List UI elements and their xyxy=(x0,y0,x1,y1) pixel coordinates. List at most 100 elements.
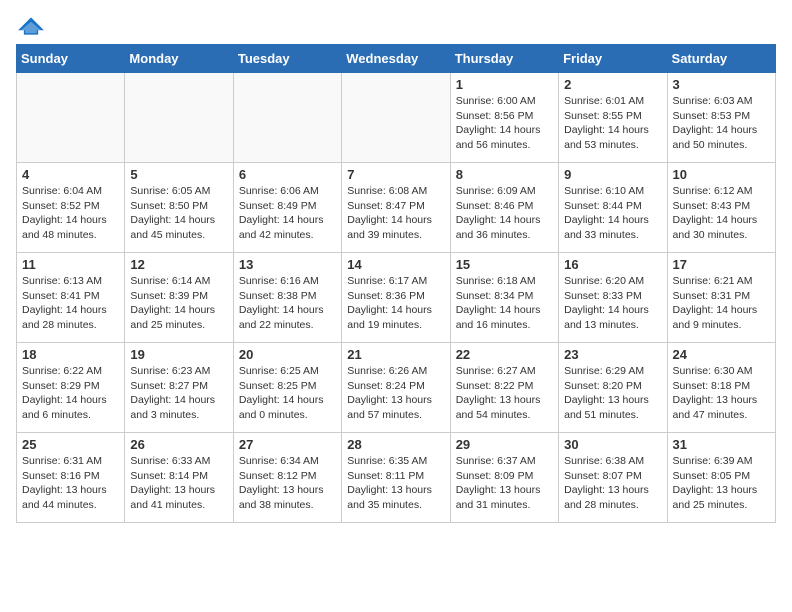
day-info-6: Sunrise: 6:06 AM Sunset: 8:49 PM Dayligh… xyxy=(239,184,336,243)
day-info-10: Sunrise: 6:12 AM Sunset: 8:43 PM Dayligh… xyxy=(673,184,770,243)
weekday-header-thursday: Thursday xyxy=(450,45,558,73)
empty-cell xyxy=(233,73,341,163)
day-info-28: Sunrise: 6:35 AM Sunset: 8:11 PM Dayligh… xyxy=(347,454,444,513)
day-info-27: Sunrise: 6:34 AM Sunset: 8:12 PM Dayligh… xyxy=(239,454,336,513)
day-number-20: 20 xyxy=(239,347,336,362)
day-info-8: Sunrise: 6:09 AM Sunset: 8:46 PM Dayligh… xyxy=(456,184,553,243)
weekday-header-saturday: Saturday xyxy=(667,45,775,73)
day-cell-21: 21 Sunrise: 6:26 AM Sunset: 8:24 PM Dayli… xyxy=(342,343,450,433)
day-number-15: 15 xyxy=(456,257,553,272)
day-info-29: Sunrise: 6:37 AM Sunset: 8:09 PM Dayligh… xyxy=(456,454,553,513)
day-cell-3: 3 Sunrise: 6:03 AM Sunset: 8:53 PM Daylig… xyxy=(667,73,775,163)
weekday-header-friday: Friday xyxy=(559,45,667,73)
day-info-1: Sunrise: 6:00 AM Sunset: 8:56 PM Dayligh… xyxy=(456,94,553,153)
day-info-13: Sunrise: 6:16 AM Sunset: 8:38 PM Dayligh… xyxy=(239,274,336,333)
day-number-6: 6 xyxy=(239,167,336,182)
day-cell-27: 27 Sunrise: 6:34 AM Sunset: 8:12 PM Dayli… xyxy=(233,433,341,523)
calendar-row-4: 25Sunrise: 6:31 AM Sunset: 8:16 PM Dayli… xyxy=(17,433,776,523)
day-info-26: Sunrise: 6:33 AM Sunset: 8:14 PM Dayligh… xyxy=(130,454,227,513)
day-cell-13: 13 Sunrise: 6:16 AM Sunset: 8:38 PM Dayli… xyxy=(233,253,341,343)
page-header xyxy=(16,16,776,36)
empty-cell xyxy=(17,73,125,163)
day-number-14: 14 xyxy=(347,257,444,272)
day-cell-15: 15Sunrise: 6:18 AM Sunset: 8:34 PM Dayli… xyxy=(450,253,558,343)
weekday-header-wednesday: Wednesday xyxy=(342,45,450,73)
day-number-16: 16 xyxy=(564,257,661,272)
day-cell-30: 30 Sunrise: 6:38 AM Sunset: 8:07 PM Dayli… xyxy=(559,433,667,523)
day-info-23: Sunrise: 6:29 AM Sunset: 8:20 PM Dayligh… xyxy=(564,364,661,423)
day-cell-14: 14Sunrise: 6:17 AM Sunset: 8:36 PM Dayli… xyxy=(342,253,450,343)
day-info-22: Sunrise: 6:27 AM Sunset: 8:22 PM Dayligh… xyxy=(456,364,553,423)
day-number-11: 11 xyxy=(22,257,119,272)
day-cell-10: 10 Sunrise: 6:12 AM Sunset: 8:43 PM Dayli… xyxy=(667,163,775,253)
day-info-16: Sunrise: 6:20 AM Sunset: 8:33 PM Dayligh… xyxy=(564,274,661,333)
day-cell-2: 2 Sunrise: 6:01 AM Sunset: 8:55 PM Daylig… xyxy=(559,73,667,163)
day-cell-20: 20 Sunrise: 6:25 AM Sunset: 8:25 PM Dayli… xyxy=(233,343,341,433)
day-number-31: 31 xyxy=(673,437,770,452)
day-number-1: 1 xyxy=(456,77,553,92)
day-cell-16: 16 Sunrise: 6:20 AM Sunset: 8:33 PM Dayli… xyxy=(559,253,667,343)
day-cell-12: 12Sunrise: 6:14 AM Sunset: 8:39 PM Dayli… xyxy=(125,253,233,343)
day-number-30: 30 xyxy=(564,437,661,452)
day-info-12: Sunrise: 6:14 AM Sunset: 8:39 PM Dayligh… xyxy=(130,274,227,333)
calendar-row-2: 11 Sunrise: 6:13 AM Sunset: 8:41 PM Dayli… xyxy=(17,253,776,343)
day-cell-31: 31 Sunrise: 6:39 AM Sunset: 8:05 PM Dayli… xyxy=(667,433,775,523)
day-info-11: Sunrise: 6:13 AM Sunset: 8:41 PM Dayligh… xyxy=(22,274,119,333)
day-cell-17: 17 Sunrise: 6:21 AM Sunset: 8:31 PM Dayli… xyxy=(667,253,775,343)
day-info-17: Sunrise: 6:21 AM Sunset: 8:31 PM Dayligh… xyxy=(673,274,770,333)
day-number-4: 4 xyxy=(22,167,119,182)
day-info-7: Sunrise: 6:08 AM Sunset: 8:47 PM Dayligh… xyxy=(347,184,444,243)
day-info-5: Sunrise: 6:05 AM Sunset: 8:50 PM Dayligh… xyxy=(130,184,227,243)
day-number-10: 10 xyxy=(673,167,770,182)
calendar-row-0: 1 Sunrise: 6:00 AM Sunset: 8:56 PM Daylig… xyxy=(17,73,776,163)
day-cell-22: 22 Sunrise: 6:27 AM Sunset: 8:22 PM Dayli… xyxy=(450,343,558,433)
day-number-26: 26 xyxy=(130,437,227,452)
logo xyxy=(16,16,48,36)
day-info-9: Sunrise: 6:10 AM Sunset: 8:44 PM Dayligh… xyxy=(564,184,661,243)
calendar: SundayMondayTuesdayWednesdayThursdayFrid… xyxy=(16,44,776,523)
day-info-3: Sunrise: 6:03 AM Sunset: 8:53 PM Dayligh… xyxy=(673,94,770,153)
day-info-30: Sunrise: 6:38 AM Sunset: 8:07 PM Dayligh… xyxy=(564,454,661,513)
day-cell-6: 6 Sunrise: 6:06 AM Sunset: 8:49 PM Daylig… xyxy=(233,163,341,253)
day-cell-26: 26 Sunrise: 6:33 AM Sunset: 8:14 PM Dayli… xyxy=(125,433,233,523)
day-info-2: Sunrise: 6:01 AM Sunset: 8:55 PM Dayligh… xyxy=(564,94,661,153)
day-cell-18: 18 Sunrise: 6:22 AM Sunset: 8:29 PM Dayli… xyxy=(17,343,125,433)
day-number-17: 17 xyxy=(673,257,770,272)
day-number-8: 8 xyxy=(456,167,553,182)
day-number-5: 5 xyxy=(130,167,227,182)
day-cell-9: 9 Sunrise: 6:10 AM Sunset: 8:44 PM Daylig… xyxy=(559,163,667,253)
day-number-28: 28 xyxy=(347,437,444,452)
day-info-18: Sunrise: 6:22 AM Sunset: 8:29 PM Dayligh… xyxy=(22,364,119,423)
day-cell-25: 25Sunrise: 6:31 AM Sunset: 8:16 PM Dayli… xyxy=(17,433,125,523)
day-cell-19: 19Sunrise: 6:23 AM Sunset: 8:27 PM Dayli… xyxy=(125,343,233,433)
day-info-4: Sunrise: 6:04 AM Sunset: 8:52 PM Dayligh… xyxy=(22,184,119,243)
day-number-18: 18 xyxy=(22,347,119,362)
day-number-2: 2 xyxy=(564,77,661,92)
weekday-header-tuesday: Tuesday xyxy=(233,45,341,73)
day-number-29: 29 xyxy=(456,437,553,452)
empty-cell xyxy=(125,73,233,163)
day-info-31: Sunrise: 6:39 AM Sunset: 8:05 PM Dayligh… xyxy=(673,454,770,513)
day-info-21: Sunrise: 6:26 AM Sunset: 8:24 PM Dayligh… xyxy=(347,364,444,423)
day-info-20: Sunrise: 6:25 AM Sunset: 8:25 PM Dayligh… xyxy=(239,364,336,423)
day-number-25: 25 xyxy=(22,437,119,452)
day-number-13: 13 xyxy=(239,257,336,272)
calendar-row-3: 18 Sunrise: 6:22 AM Sunset: 8:29 PM Dayli… xyxy=(17,343,776,433)
day-number-19: 19 xyxy=(130,347,227,362)
day-cell-28: 28 Sunrise: 6:35 AM Sunset: 8:11 PM Dayli… xyxy=(342,433,450,523)
day-cell-4: 4 Sunrise: 6:04 AM Sunset: 8:52 PM Daylig… xyxy=(17,163,125,253)
day-cell-1: 1 Sunrise: 6:00 AM Sunset: 8:56 PM Daylig… xyxy=(450,73,558,163)
calendar-row-1: 4 Sunrise: 6:04 AM Sunset: 8:52 PM Daylig… xyxy=(17,163,776,253)
day-cell-24: 24Sunrise: 6:30 AM Sunset: 8:18 PM Dayli… xyxy=(667,343,775,433)
day-cell-29: 29 Sunrise: 6:37 AM Sunset: 8:09 PM Dayli… xyxy=(450,433,558,523)
day-number-21: 21 xyxy=(347,347,444,362)
weekday-header-monday: Monday xyxy=(125,45,233,73)
day-cell-8: 8 Sunrise: 6:09 AM Sunset: 8:46 PM Daylig… xyxy=(450,163,558,253)
day-number-3: 3 xyxy=(673,77,770,92)
day-number-9: 9 xyxy=(564,167,661,182)
day-number-27: 27 xyxy=(239,437,336,452)
day-number-22: 22 xyxy=(456,347,553,362)
weekday-header-sunday: Sunday xyxy=(17,45,125,73)
day-cell-11: 11 Sunrise: 6:13 AM Sunset: 8:41 PM Dayli… xyxy=(17,253,125,343)
day-number-7: 7 xyxy=(347,167,444,182)
